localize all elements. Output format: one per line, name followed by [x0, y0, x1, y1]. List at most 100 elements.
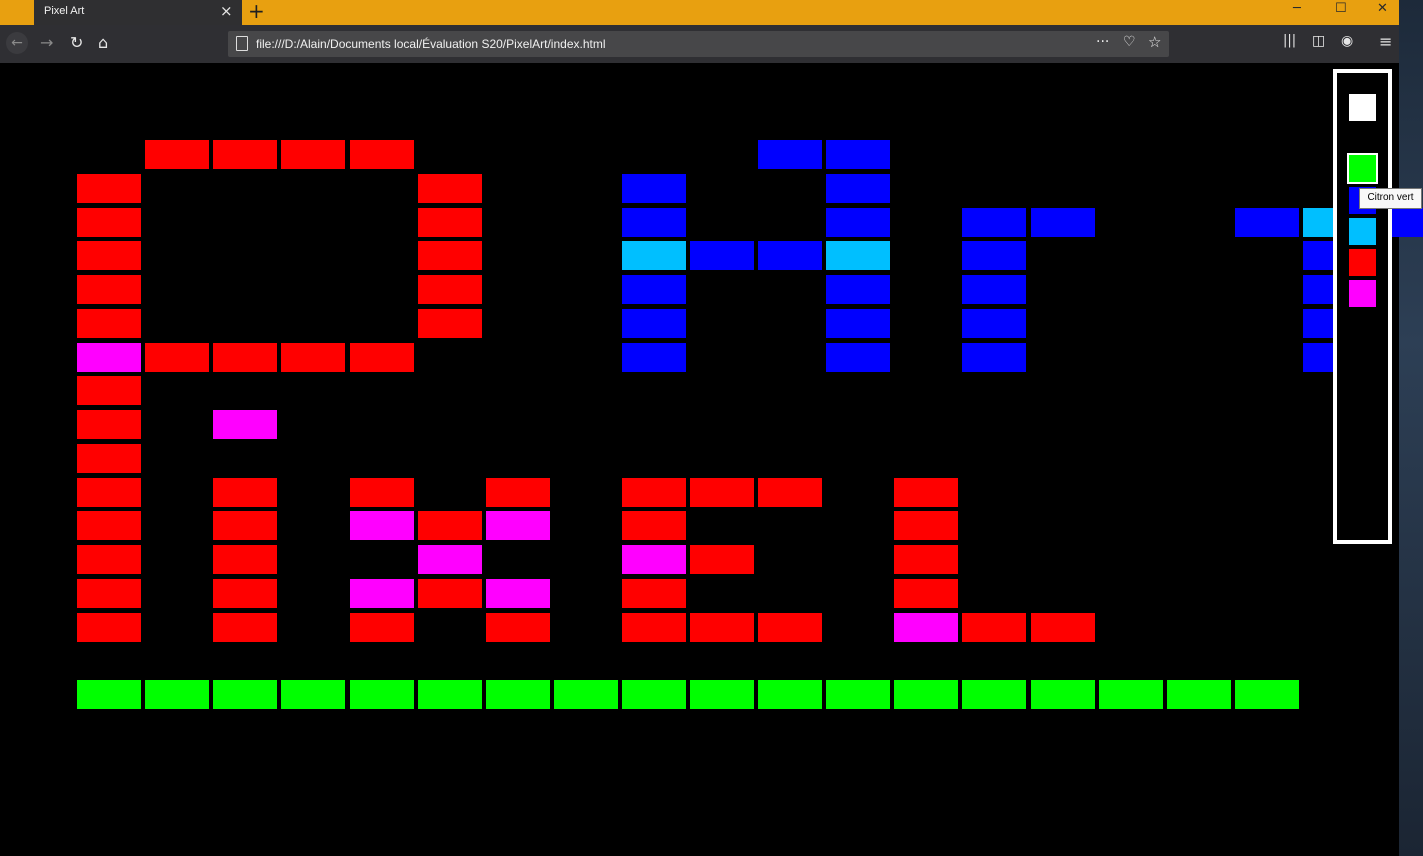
reload-button[interactable]: ↻: [70, 33, 83, 52]
pixel-11-3[interactable]: [213, 511, 277, 540]
pixel-3-12[interactable]: [826, 241, 890, 270]
tab-close-icon[interactable]: ×: [220, 2, 233, 20]
pixel-3-14[interactable]: [962, 241, 1026, 270]
pixel-14-7[interactable]: [486, 613, 550, 642]
pixel-1-12[interactable]: [826, 174, 890, 203]
pixel-16-17[interactable]: [1167, 680, 1231, 709]
pixel-6-1[interactable]: [77, 343, 141, 372]
pixel-7-1[interactable]: [77, 376, 141, 405]
pixel-14-10[interactable]: [690, 613, 754, 642]
pixel-2-1[interactable]: [77, 208, 141, 237]
pixel-3-9[interactable]: [622, 241, 686, 270]
page-actions-button[interactable]: ···: [1096, 34, 1109, 50]
pixel-14-9[interactable]: [622, 613, 686, 642]
pixel-6-12[interactable]: [826, 343, 890, 372]
pixel-6-2[interactable]: [145, 343, 209, 372]
pixel-2-9[interactable]: [622, 208, 686, 237]
pixel-13-13[interactable]: [894, 579, 958, 608]
pocket-icon[interactable]: ♡: [1123, 34, 1136, 50]
pixel-12-1[interactable]: [77, 545, 141, 574]
pixel-16-2[interactable]: [145, 680, 209, 709]
pixel-16-15[interactable]: [1031, 680, 1095, 709]
pixel-3-11[interactable]: [758, 241, 822, 270]
pixel-0-12[interactable]: [826, 140, 890, 169]
pixel-3-10[interactable]: [690, 241, 754, 270]
pixel-16-9[interactable]: [622, 680, 686, 709]
pixel-6-9[interactable]: [622, 343, 686, 372]
maximize-button[interactable]: ☐: [1335, 1, 1347, 16]
pixel-14-5[interactable]: [350, 613, 414, 642]
pixel-16-8[interactable]: [554, 680, 618, 709]
pixel-2-15[interactable]: [1031, 208, 1095, 237]
pixel-4-6[interactable]: [418, 275, 482, 304]
pixel-11-1[interactable]: [77, 511, 141, 540]
pixel-10-3[interactable]: [213, 478, 277, 507]
pixel-12-13[interactable]: [894, 545, 958, 574]
pixel-14-14[interactable]: [962, 613, 1026, 642]
pixel-8-3[interactable]: [213, 410, 277, 439]
pixel-16-5[interactable]: [350, 680, 414, 709]
sidebar-icon[interactable]: ◫: [1312, 33, 1325, 49]
pixel-0-4[interactable]: [281, 140, 345, 169]
pixel-4-1[interactable]: [77, 275, 141, 304]
pixel-14-3[interactable]: [213, 613, 277, 642]
pixel-14-13[interactable]: [894, 613, 958, 642]
pixel-5-14[interactable]: [962, 309, 1026, 338]
library-icon[interactable]: |||: [1283, 33, 1296, 48]
pixel-14-1[interactable]: [77, 613, 141, 642]
pixel-16-11[interactable]: [758, 680, 822, 709]
pixel-13-6[interactable]: [418, 579, 482, 608]
pixel-10-13[interactable]: [894, 478, 958, 507]
swatch-magenta[interactable]: [1349, 280, 1376, 307]
pixel-3-6[interactable]: [418, 241, 482, 270]
pixel-4-12[interactable]: [826, 275, 890, 304]
pixel-16-16[interactable]: [1099, 680, 1163, 709]
swatch-red[interactable]: [1349, 249, 1376, 276]
pixel-10-5[interactable]: [350, 478, 414, 507]
pixel-16-13[interactable]: [894, 680, 958, 709]
swatch-white[interactable]: [1349, 94, 1376, 121]
pixel-5-9[interactable]: [622, 309, 686, 338]
bookmark-star-icon[interactable]: ☆: [1148, 33, 1161, 51]
pixel-13-9[interactable]: [622, 579, 686, 608]
swatch-lime[interactable]: [1347, 153, 1378, 184]
tab-pixel-art[interactable]: Pixel Art ×: [34, 0, 242, 25]
pixel-10-7[interactable]: [486, 478, 550, 507]
minimize-button[interactable]: ─: [1293, 1, 1301, 16]
pixel-16-6[interactable]: [418, 680, 482, 709]
pixel-11-5[interactable]: [350, 511, 414, 540]
new-tab-button[interactable]: +: [248, 0, 265, 23]
pixel-0-3[interactable]: [213, 140, 277, 169]
close-window-button[interactable]: ✕: [1377, 1, 1388, 16]
pixel-13-1[interactable]: [77, 579, 141, 608]
pixel-10-10[interactable]: [690, 478, 754, 507]
menu-icon[interactable]: ≡: [1379, 32, 1392, 51]
pixel-12-9[interactable]: [622, 545, 686, 574]
url-bar[interactable]: file:///D:/Alain/Documents local/Évaluat…: [228, 31, 1169, 57]
pixel-12-6[interactable]: [418, 545, 482, 574]
pixel-2-14[interactable]: [962, 208, 1026, 237]
pixel-14-11[interactable]: [758, 613, 822, 642]
pixel-5-6[interactable]: [418, 309, 482, 338]
pixel-6-3[interactable]: [213, 343, 277, 372]
pixel-2-12[interactable]: [826, 208, 890, 237]
pixel-11-7[interactable]: [486, 511, 550, 540]
pixel-6-14[interactable]: [962, 343, 1026, 372]
pixel-16-7[interactable]: [486, 680, 550, 709]
pixel-2-6[interactable]: [418, 208, 482, 237]
pixel-10-1[interactable]: [77, 478, 141, 507]
pixel-13-3[interactable]: [213, 579, 277, 608]
pixel-1-6[interactable]: [418, 174, 482, 203]
pixel-1-9[interactable]: [622, 174, 686, 203]
home-button[interactable]: ⌂: [98, 33, 108, 52]
pixel-11-13[interactable]: [894, 511, 958, 540]
pixel-10-11[interactable]: [758, 478, 822, 507]
pixel-13-7[interactable]: [486, 579, 550, 608]
pixel-12-10[interactable]: [690, 545, 754, 574]
pixel-4-9[interactable]: [622, 275, 686, 304]
pixel-0-5[interactable]: [350, 140, 414, 169]
pixel-16-18[interactable]: [1235, 680, 1299, 709]
pixel-0-2[interactable]: [145, 140, 209, 169]
pixel-11-6[interactable]: [418, 511, 482, 540]
pixel-16-1[interactable]: [77, 680, 141, 709]
